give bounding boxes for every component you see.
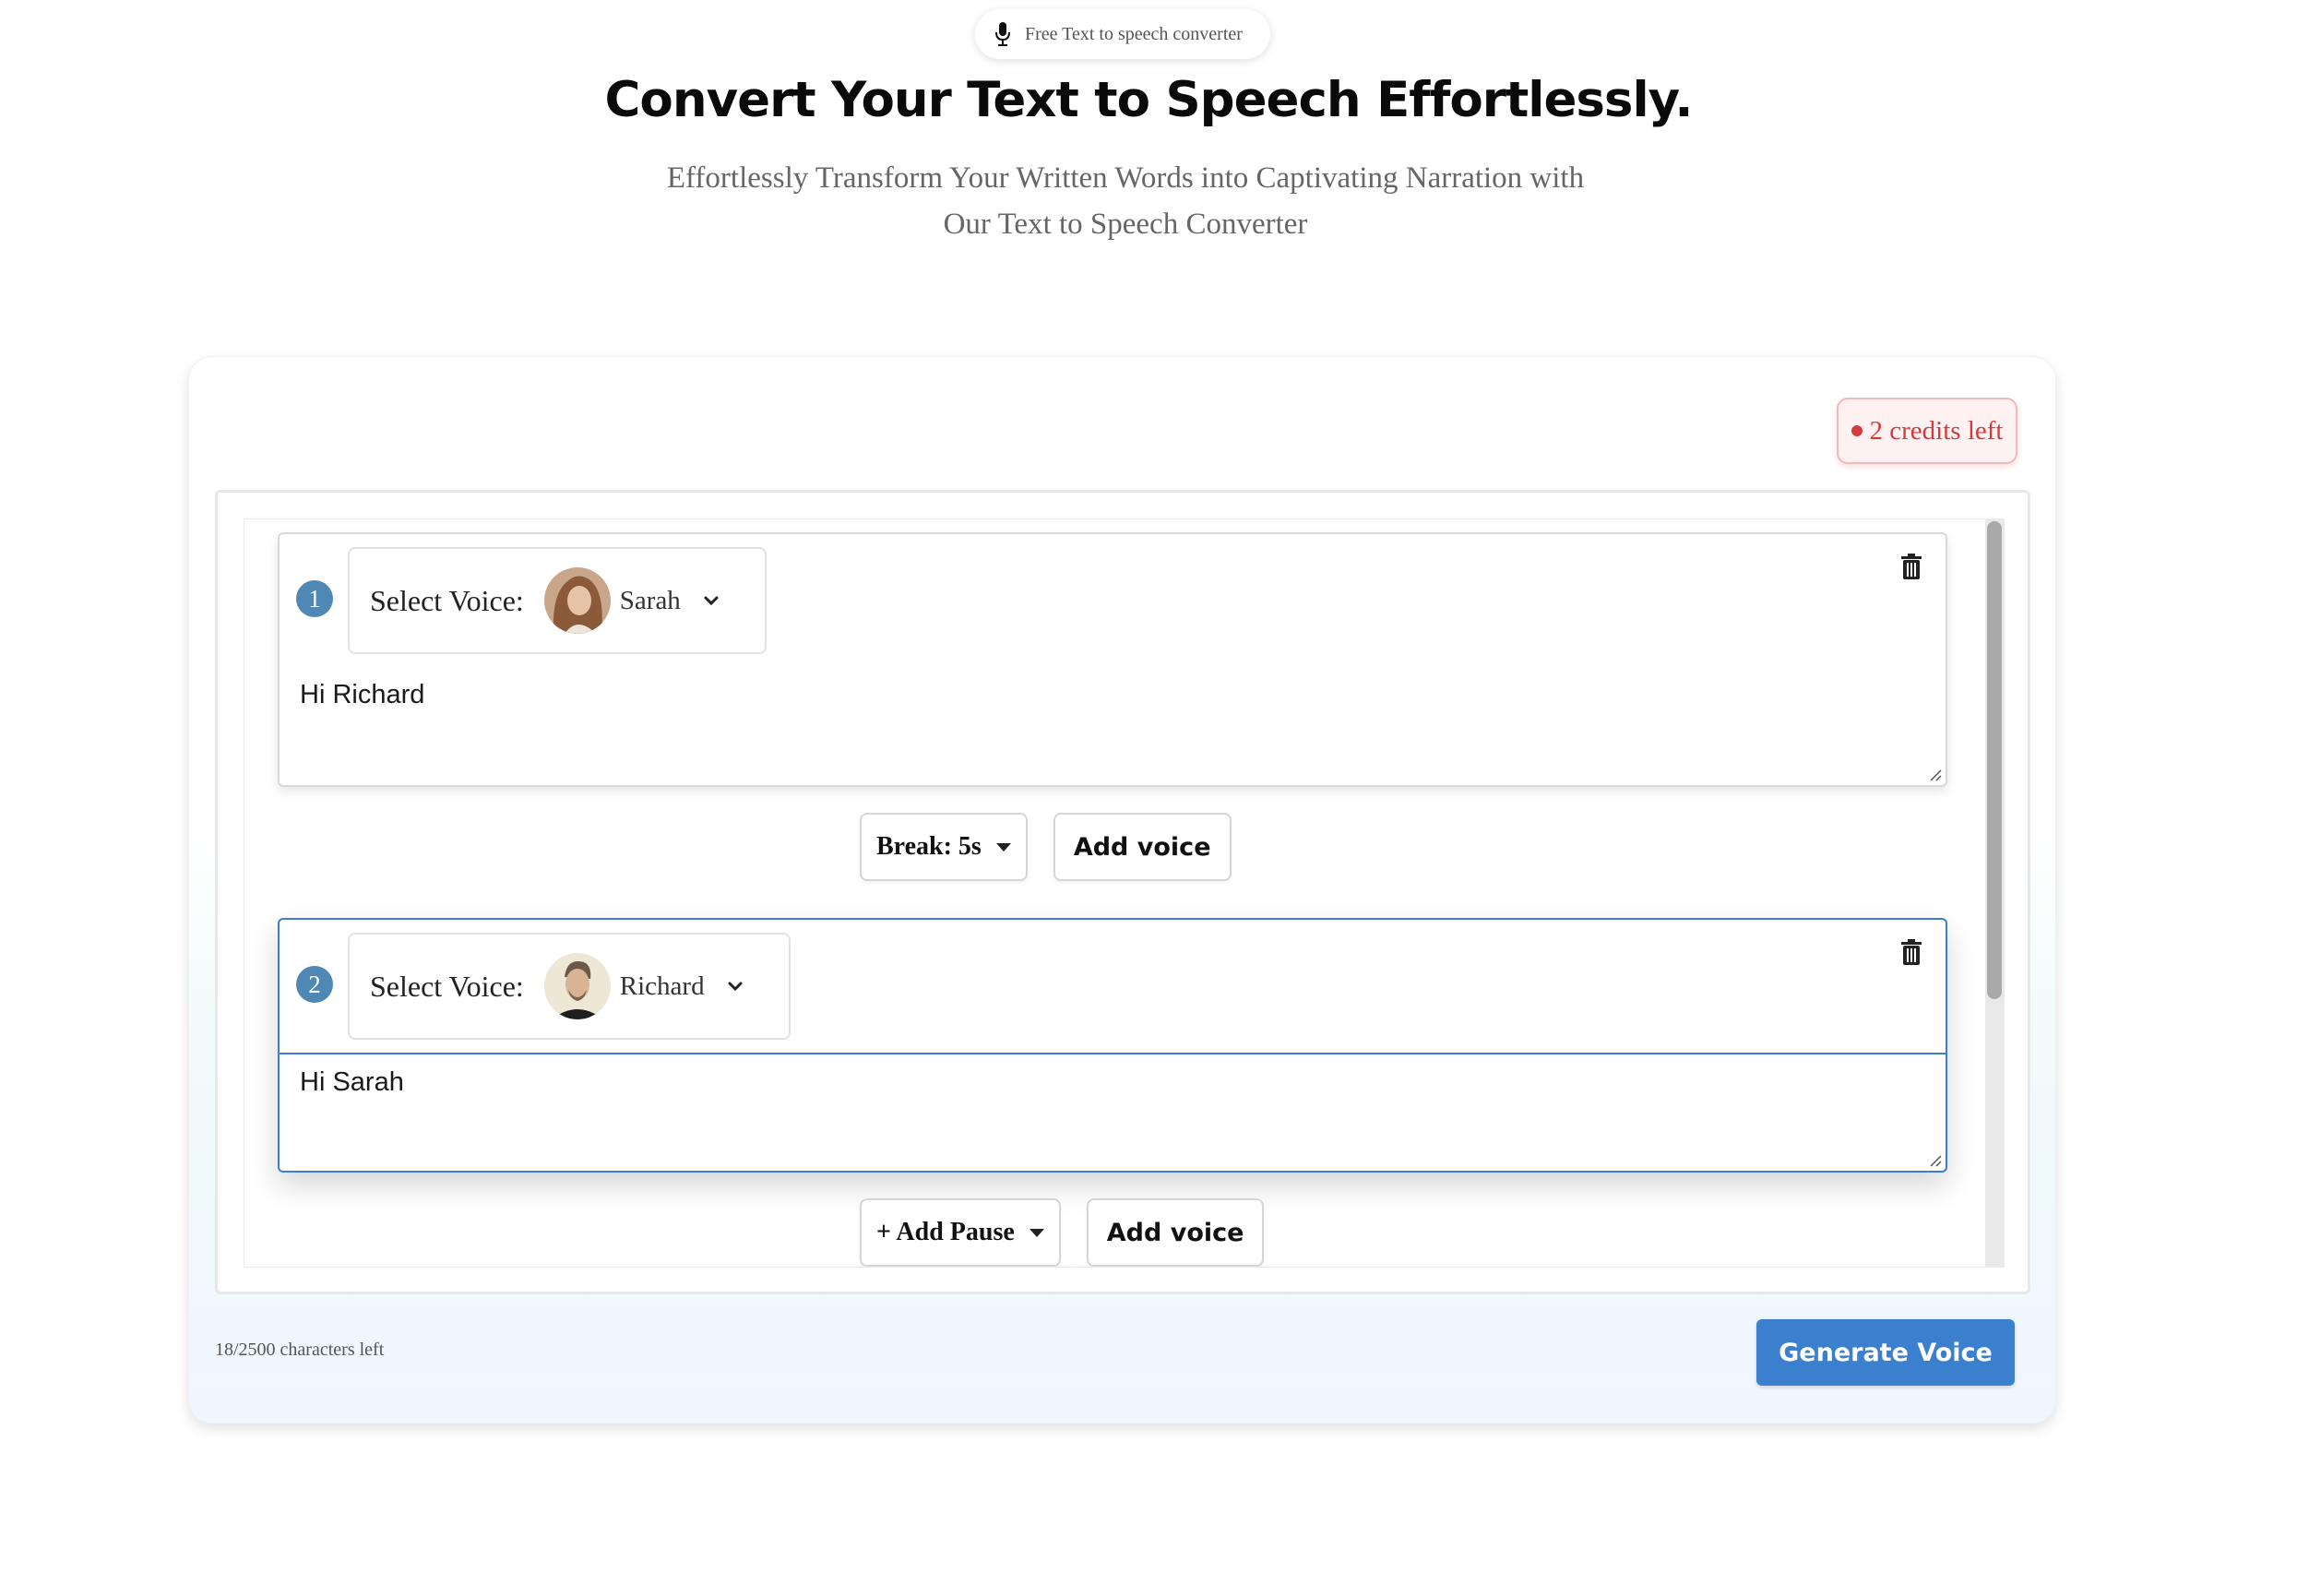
caret-down-icon xyxy=(995,842,1011,852)
resize-handle-icon[interactable] xyxy=(1927,1152,1942,1167)
page-subtitle: Effortlessly Transform Your Written Word… xyxy=(666,161,1585,241)
voice-text-input[interactable]: Hi Richard xyxy=(280,667,1946,785)
scrollbar-thumb[interactable] xyxy=(1987,521,2002,999)
page-title: Convert Your Text to Speech Effortlessly… xyxy=(604,72,1694,128)
voice-block: 2 Select Voice: Richard Hi Sarah xyxy=(278,918,1947,1173)
editor-frame: 1 Select Voice: Sarah Hi Richard Break: … xyxy=(215,490,2030,1294)
caret-down-icon xyxy=(1029,1228,1044,1237)
generate-voice-button[interactable]: Generate Voice xyxy=(1756,1319,2015,1386)
voice-select-dropdown[interactable]: Select Voice: Richard xyxy=(348,933,791,1040)
block-controls: Break: 5s Add voice xyxy=(860,813,1232,881)
add-pause-label: + Add Pause xyxy=(876,1218,1015,1246)
block-number-badge: 2 xyxy=(296,966,333,1003)
chevron-down-icon xyxy=(728,982,743,992)
add-voice-button[interactable]: Add voice xyxy=(1086,1198,1265,1267)
feature-badge-label: Free Text to speech converter xyxy=(1025,23,1243,44)
add-pause-dropdown[interactable]: + Add Pause xyxy=(860,1198,1061,1267)
feature-badge: Free Text to speech converter xyxy=(975,9,1270,59)
voice-select-label: Select Voice: xyxy=(370,583,524,617)
voice-text-input[interactable]: Hi Sarah xyxy=(280,1053,1946,1171)
resize-handle-icon[interactable] xyxy=(1927,767,1942,781)
pause-dropdown-label: Break: 5s xyxy=(876,832,982,861)
trash-icon[interactable] xyxy=(1899,553,1923,580)
voice-avatar xyxy=(543,953,611,1019)
voice-select-dropdown[interactable]: Select Voice: Sarah xyxy=(348,547,767,654)
credits-badge: 2 credits left xyxy=(1837,398,2017,464)
status-dot-icon xyxy=(1851,425,1863,436)
add-voice-button[interactable]: Add voice xyxy=(1053,813,1232,881)
microphone-icon xyxy=(995,22,1010,46)
characters-left-counter: 18/2500 characters left xyxy=(215,1340,385,1360)
scrollbar[interactable] xyxy=(1985,519,2004,1267)
chevron-down-icon xyxy=(704,596,719,606)
voice-select-label: Select Voice: xyxy=(370,969,524,1003)
voice-name: Richard xyxy=(619,971,705,1001)
credits-label: 2 credits left xyxy=(1869,415,2004,446)
converter-card: 2 credits left 1 Select Voice: Sarah Hi … xyxy=(188,356,2056,1423)
voice-block: 1 Select Voice: Sarah Hi Richard xyxy=(278,532,1947,787)
trash-icon[interactable] xyxy=(1899,938,1923,966)
block-controls: + Add Pause Add voice xyxy=(860,1198,1265,1267)
voice-avatar xyxy=(543,567,611,634)
voice-blocks-scroll-area[interactable]: 1 Select Voice: Sarah Hi Richard Break: … xyxy=(244,518,2005,1268)
voice-name: Sarah xyxy=(619,585,681,615)
block-number-badge: 1 xyxy=(296,580,333,617)
pause-dropdown[interactable]: Break: 5s xyxy=(860,813,1028,881)
